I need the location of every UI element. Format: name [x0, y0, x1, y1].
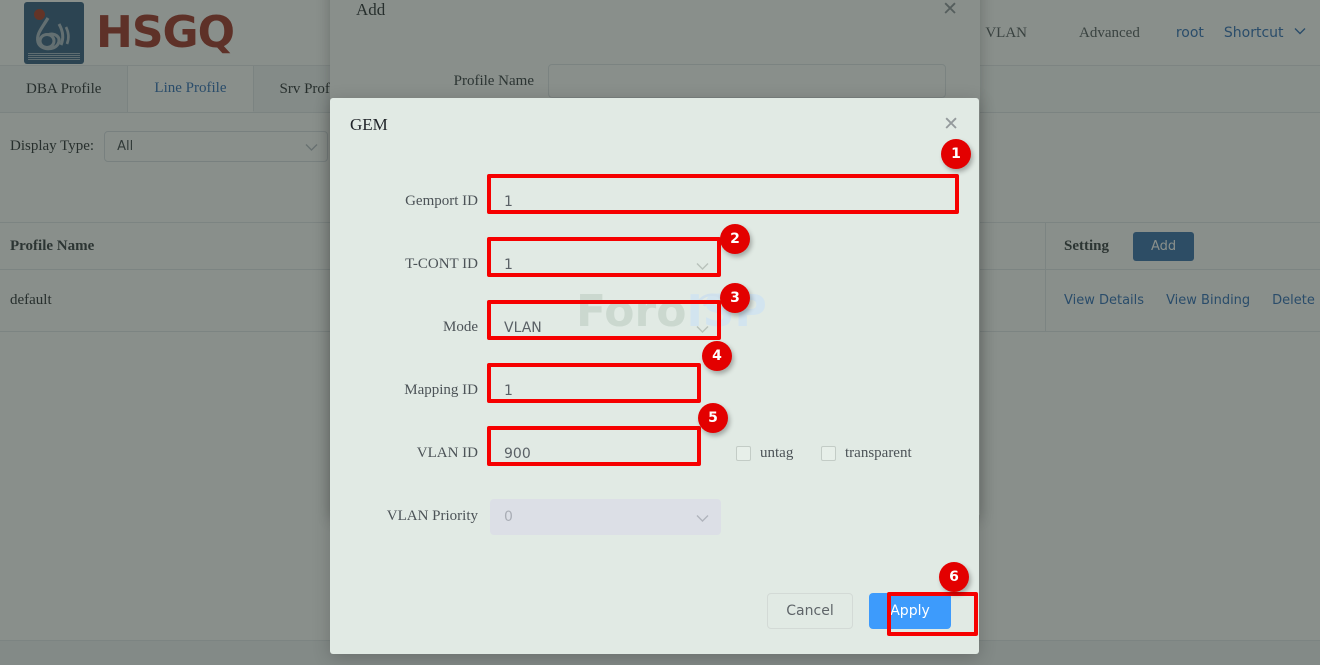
gemport-id-value: 1: [504, 194, 513, 210]
gemport-id-input[interactable]: 1: [490, 184, 959, 220]
mode-value: VLAN: [504, 320, 542, 336]
annotation-badge-1: 1: [941, 139, 971, 169]
gem-dialog-title: GEM: [350, 115, 388, 135]
mapping-id-label: Mapping ID: [330, 382, 490, 399]
untag-checkbox[interactable]: untag: [736, 445, 793, 462]
annotation-badge-4: 4: [702, 341, 732, 371]
chevron-down-icon: [696, 259, 709, 275]
annotation-badge-5: 5: [698, 403, 728, 433]
gem-form: Gemport ID 1 T-CONT ID 1 Mode: [330, 170, 979, 548]
field-row-mapping-id: Mapping ID 1: [330, 359, 979, 422]
apply-button[interactable]: Apply: [869, 593, 951, 629]
vlan-id-value: 900: [504, 446, 531, 462]
mapping-id-value: 1: [504, 383, 513, 399]
annotation-badge-2: 2: [720, 224, 750, 254]
transparent-checkbox[interactable]: transparent: [821, 445, 912, 462]
annotation-badge-3: 3: [720, 283, 750, 313]
gem-dialog-footer: Cancel Apply: [330, 568, 979, 654]
field-row-vlan-priority: VLAN Priority 0: [330, 485, 979, 548]
mapping-id-input[interactable]: 1: [490, 373, 701, 409]
annotation-badge-6: 6: [939, 562, 969, 592]
checkbox-icon: [821, 446, 836, 461]
gemport-id-label: Gemport ID: [330, 193, 490, 210]
vlan-priority-label: VLAN Priority: [330, 508, 490, 525]
vlan-id-label: VLAN ID: [330, 445, 490, 462]
mode-select[interactable]: VLAN: [490, 310, 721, 346]
field-row-tcont-id: T-CONT ID 1: [330, 233, 979, 296]
mode-label: Mode: [330, 319, 490, 336]
field-row-gemport-id: Gemport ID 1: [330, 170, 979, 233]
vlan-priority-select: 0: [490, 499, 721, 535]
vlan-priority-value: 0: [504, 509, 513, 525]
checkbox-icon: [736, 446, 751, 461]
tcont-id-select[interactable]: 1: [490, 247, 721, 283]
tcont-id-value: 1: [504, 257, 513, 273]
transparent-checkbox-label: transparent: [845, 445, 912, 462]
tcont-id-label: T-CONT ID: [330, 256, 490, 273]
untag-checkbox-label: untag: [760, 445, 793, 462]
gem-dialog: GEM ✕ ForoISP Gemport ID 1 T-CONT ID: [330, 98, 979, 654]
chevron-down-icon: [696, 322, 709, 338]
close-icon[interactable]: ✕: [943, 115, 959, 134]
field-row-vlan-id: VLAN ID 900 untag transparent: [330, 422, 979, 485]
vlan-id-input[interactable]: 900: [490, 436, 701, 472]
chevron-down-icon: [696, 511, 709, 527]
screen-root: HSGQ VLAN Advanced root Shortcut DBA Pro…: [0, 0, 1320, 665]
cancel-button[interactable]: Cancel: [767, 593, 853, 629]
field-row-mode: Mode VLAN: [330, 296, 979, 359]
